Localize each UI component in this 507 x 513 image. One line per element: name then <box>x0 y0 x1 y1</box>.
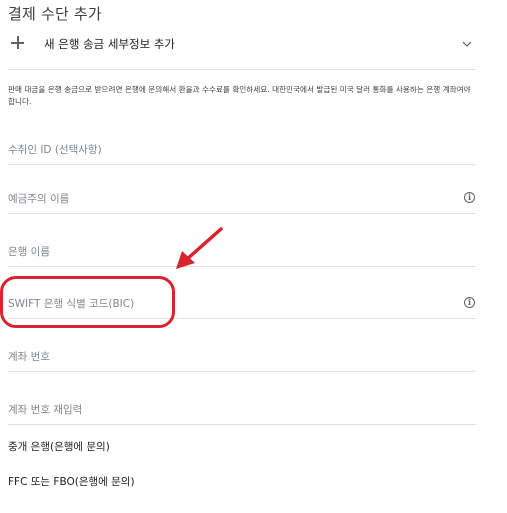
info-icon[interactable]: i <box>464 192 475 203</box>
page-title: 결제 수단 추가 <box>8 5 102 23</box>
swift-code-input[interactable] <box>8 292 448 316</box>
ffc-fbo-link[interactable]: FFC 또는 FBO(은행에 문의) <box>8 474 135 489</box>
plus-icon <box>10 35 26 51</box>
add-bank-transfer-label: 새 은행 송금 세부정보 추가 <box>44 37 176 51</box>
account-number-input[interactable] <box>8 345 448 369</box>
payee-id-input[interactable] <box>8 138 448 162</box>
account-number-confirm-input[interactable] <box>8 398 448 422</box>
account-number-field-wrap <box>8 345 476 372</box>
chevron-down-icon[interactable] <box>462 39 472 49</box>
divider <box>8 69 476 70</box>
swift-code-field-wrap: i <box>8 292 476 319</box>
bank-name-field-wrap <box>8 240 476 267</box>
bank-name-input[interactable] <box>8 240 448 264</box>
info-icon[interactable]: i <box>464 297 475 308</box>
bank-transfer-notice: 판매 대금을 은행 송금으로 받으려면 은행에 문의해서 환율과 수수료를 확인… <box>8 85 471 106</box>
account-holder-field-wrap: i <box>8 187 476 214</box>
add-bank-transfer-button[interactable]: 새 은행 송금 세부정보 추가 <box>8 30 476 66</box>
intermediary-bank-link[interactable]: 중개 은행(은행에 문의) <box>8 439 110 454</box>
account-holder-input[interactable] <box>8 187 448 211</box>
payee-id-field-wrap <box>8 138 476 165</box>
account-number-confirm-field-wrap <box>8 398 476 425</box>
